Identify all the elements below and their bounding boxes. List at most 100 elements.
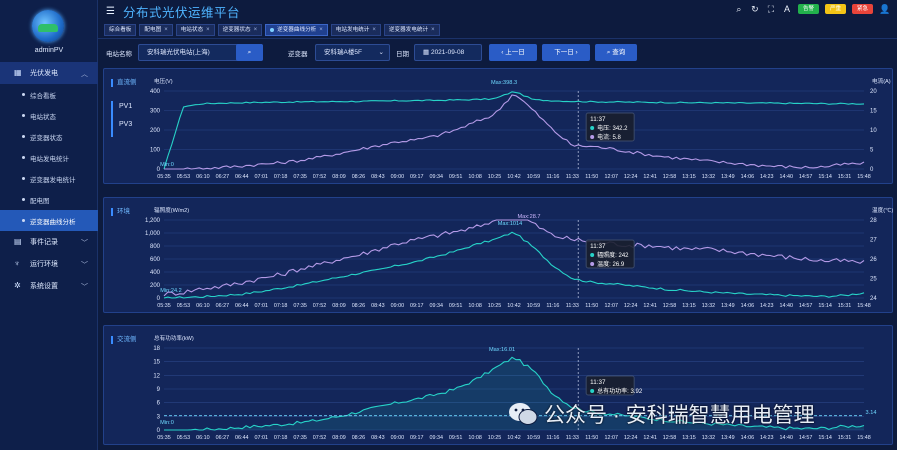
topbar: ☰ 分布式光伏运维平台 ⌕ ↻ ⛶ A 告警 严重 紧急 👤 — [98, 0, 897, 22]
x-tick: 09:51 — [449, 174, 463, 180]
chevron-down-icon: ⌄ — [378, 49, 384, 56]
filter-bar: 电站名称 安科瑞光伏电站(上海) ⌕ 逆变器 安科瑞A楼5F ⌄ 日期 ▦ 202… — [98, 42, 897, 64]
x-tick: 13:32 — [702, 435, 716, 441]
sidebar-item-station-stats[interactable]: 电站发电统计 — [0, 147, 98, 168]
sidebar-item-dashboard[interactable]: 综合看板 — [0, 84, 98, 105]
x-tick: 12:58 — [663, 174, 677, 180]
x-tick: 15:31 — [838, 174, 852, 180]
prev-day-button[interactable]: ‹ 上一日 — [489, 44, 537, 61]
station-value: 安科瑞光伏电站(上海) — [147, 49, 210, 56]
font-size-icon[interactable]: A — [782, 4, 792, 14]
max-label: Max:398.3 — [491, 80, 517, 86]
tab-inverter-curve[interactable]: 逆变器曲线分析 × — [265, 24, 328, 36]
sidebar-item-inverter-stats[interactable]: 逆变器发电统计 — [0, 168, 98, 189]
dc-chart[interactable]: 400300200100020151050电流(A)电压(V)05:35 05:5… — [104, 69, 894, 185]
min-label: Min:24.2 — [160, 288, 181, 294]
severe-badge[interactable]: 严重 — [824, 4, 846, 14]
x-tick: 09:51 — [449, 435, 463, 441]
x-tick: 11:33 — [566, 303, 579, 309]
x-tick: 08:26 — [352, 435, 366, 441]
x-tick: 07:52 — [313, 435, 327, 441]
inverter-value: 安科瑞A楼5F — [324, 49, 362, 56]
x-tick: 09:34 — [429, 174, 443, 180]
y-tick-right: 24 — [870, 296, 877, 302]
x-tick: 15:14 — [818, 303, 832, 309]
search-icon[interactable]: ⌕ — [734, 4, 744, 14]
tab-inverter-status[interactable]: 逆变器状态 × — [217, 24, 263, 36]
query-label: 查询 — [612, 49, 626, 56]
close-icon[interactable]: × — [164, 25, 168, 35]
tab-station-stats[interactable]: 电站发电统计 × — [330, 24, 381, 36]
user-icon[interactable]: 👤 — [879, 4, 890, 14]
tooltip-line: 总有功功率: 3.92 — [597, 387, 643, 395]
chevron-down-icon: ﹀ — [81, 240, 88, 247]
x-tick: 07:52 — [313, 174, 327, 180]
inverter-select[interactable]: 安科瑞A楼5F ⌄ — [315, 44, 390, 61]
x-tick: 05:53 — [177, 303, 191, 309]
next-day-button[interactable]: 下一日 › — [542, 44, 590, 61]
sidebar-item-distribution[interactable]: 配电图 — [0, 189, 98, 210]
y-tick-left: 800 — [150, 244, 161, 250]
y-axis-left-label: 电压(V) — [154, 77, 173, 85]
tooltip-dot — [590, 253, 595, 257]
dc-panel: 直流侧 PV1 PV3 400 300 200 100 0 20 15 10 5 0 电流(A) 电压… — [103, 68, 893, 184]
tooltip-dot — [590, 389, 595, 393]
env-chart[interactable]: 1,200 1,000 800 600 400 200 0 28 27 26 25 24 温度(℃) 辐照… — [104, 198, 894, 314]
x-tick: 09:00 — [391, 435, 405, 441]
x-tick: 07:18 — [274, 303, 288, 309]
query-button[interactable]: ⌕ 查询 — [595, 44, 637, 61]
logo-icon — [32, 10, 64, 42]
x-tick: 15:48 — [857, 435, 871, 441]
x-tick: 13:32 — [702, 174, 716, 180]
x-tick: 11:16 — [546, 174, 559, 180]
y-tick-right: 5 — [870, 148, 874, 154]
y-tick-left: 18 — [153, 346, 160, 352]
x-tick: 07:18 — [274, 174, 288, 180]
x-tick: 07:35 — [293, 435, 307, 441]
x-tick: 10:42 — [507, 174, 521, 180]
y-tick-left: 400 — [150, 89, 161, 95]
sidebar-group-env[interactable]: ♆ 运行环境 ﹀ — [0, 253, 98, 275]
x-tick: 10:59 — [527, 174, 541, 180]
sidebar-group-label: 运行环境 — [30, 261, 58, 268]
next-day-label: 下一日 — [554, 49, 574, 56]
x-tick: 07:35 — [293, 303, 307, 309]
x-tick: 15:48 — [857, 174, 871, 180]
sidebar-group-events[interactable]: ▤ 事件记录 ﹀ — [0, 231, 98, 253]
refresh-icon[interactable]: ↻ — [750, 4, 760, 14]
menu-toggle-icon[interactable]: ☰ — [106, 6, 115, 17]
date-picker[interactable]: ▦ 2021-09-08 — [414, 44, 482, 61]
sidebar-item-station-status[interactable]: 电站状态 — [0, 105, 98, 126]
x-tick: 14:57 — [799, 303, 813, 309]
close-icon[interactable]: × — [254, 25, 258, 35]
x-tick: 08:09 — [332, 435, 346, 441]
alarm-badge[interactable]: 告警 — [797, 4, 819, 14]
y-tick-right: 15 — [870, 109, 877, 115]
fullscreen-icon[interactable]: ⛶ — [766, 4, 776, 14]
min-label: Min:0 — [160, 420, 174, 426]
tab-dashboard[interactable]: 综合看板 — [104, 24, 137, 36]
y-tick-left: 100 — [150, 148, 161, 154]
sidebar-item-inverter-status[interactable]: 逆变器状态 — [0, 126, 98, 147]
chevron-down-icon: ﹀ — [81, 262, 88, 269]
close-icon[interactable]: × — [372, 25, 376, 35]
sidebar-group-pv[interactable]: ▦ 光伏发电 ︿ — [0, 62, 98, 84]
sidebar-group-settings[interactable]: ✲ 系统设置 ﹀ — [0, 275, 98, 297]
sidebar-item-inverter-curve[interactable]: 逆变器曲线分析 — [0, 210, 98, 231]
tooltip-line: 电压: 342.2 — [597, 124, 628, 132]
tooltip-time: 11:37 — [590, 379, 606, 386]
close-icon[interactable]: × — [206, 25, 210, 35]
x-tick: 09:34 — [429, 435, 443, 441]
tab-inverter-stats[interactable]: 逆变器发电统计 × — [383, 24, 440, 36]
x-tick: 14:40 — [779, 174, 793, 180]
urgent-badge[interactable]: 紧急 — [851, 4, 873, 14]
x-tick: 13:49 — [721, 435, 735, 441]
y-axis-left-label: 辐照度(W/m2) — [154, 206, 189, 214]
tab-distribution[interactable]: 配电图 × — [139, 24, 173, 36]
x-tick: 10:42 — [507, 303, 521, 309]
station-search-button[interactable]: ⌕ — [236, 44, 263, 61]
close-icon[interactable]: × — [431, 25, 435, 35]
x-tick: 05:35 — [157, 303, 171, 309]
close-icon[interactable]: × — [319, 25, 323, 35]
tab-station-status[interactable]: 电站状态 × — [175, 24, 215, 36]
